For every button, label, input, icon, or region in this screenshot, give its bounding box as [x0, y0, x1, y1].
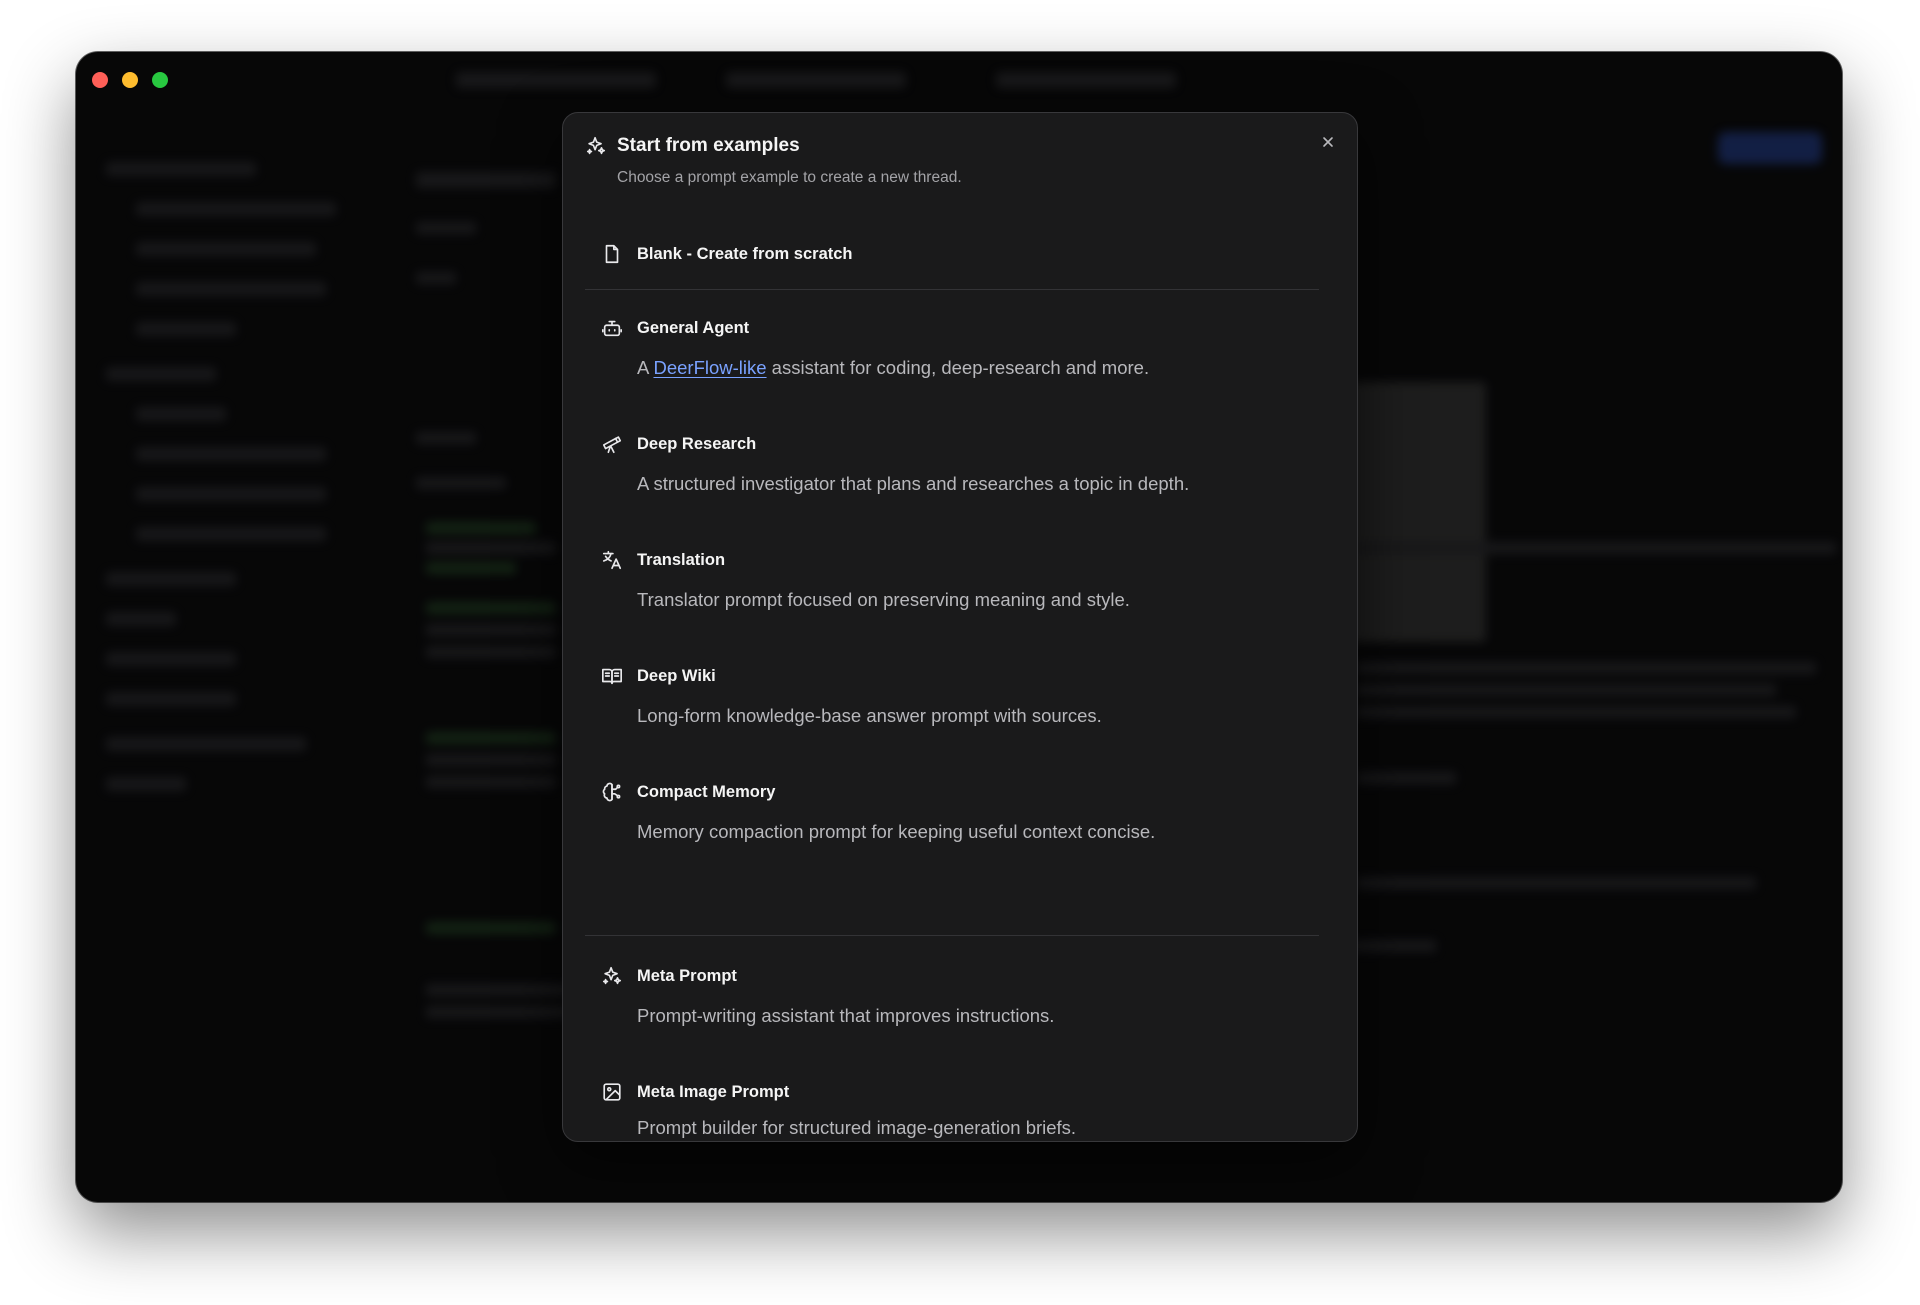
close-dialog-button[interactable] [1313, 127, 1343, 157]
minimize-window-button[interactable] [122, 72, 138, 88]
divider [585, 289, 1319, 290]
translate-icon [601, 549, 623, 571]
deerflow-link[interactable]: DeerFlow-like [653, 357, 766, 378]
option-description: A structured investigator that plans and… [637, 473, 1190, 494]
close-icon [1320, 134, 1336, 150]
brain-icon [601, 781, 623, 803]
start-from-examples-dialog: Start from examples Choose a prompt exam… [562, 112, 1358, 1142]
telescope-icon [601, 433, 623, 455]
option-deep-research[interactable]: Deep Research A structured investigator … [585, 425, 1319, 525]
option-description: Memory compaction prompt for keeping use… [637, 821, 1156, 842]
zoom-window-button[interactable] [152, 72, 168, 88]
option-meta-prompt[interactable]: Meta Prompt Prompt-writing assistant tha… [585, 957, 1319, 1057]
option-description: A DeerFlow-like assistant for coding, de… [637, 357, 1319, 379]
option-description: Prompt builder for structured image-gene… [637, 1117, 1077, 1138]
bot-icon [601, 317, 623, 339]
sparkles-icon [585, 135, 607, 157]
option-compact-memory[interactable]: Compact Memory Memory compaction prompt … [585, 773, 1319, 873]
window-controls [92, 72, 168, 88]
option-translation[interactable]: Translation Translator prompt focused on… [585, 541, 1319, 641]
close-window-button[interactable] [92, 72, 108, 88]
description-prefix: A [637, 357, 654, 378]
app-window: Start from examples Choose a prompt exam… [76, 52, 1842, 1202]
dialog-title: Start from examples [617, 135, 800, 156]
option-title: Deep Wiki [637, 666, 716, 685]
option-description: Long-form knowledge-base answer prompt w… [637, 705, 1102, 726]
option-description: Translator prompt focused on preserving … [637, 589, 1130, 610]
option-title: Blank - Create from scratch [637, 244, 853, 263]
divider [585, 935, 1319, 936]
dialog-subtitle: Choose a prompt example to create a new … [617, 169, 962, 186]
option-deep-wiki[interactable]: Deep Wiki Long-form knowledge-base answe… [585, 657, 1319, 757]
file-icon [601, 243, 623, 265]
option-title: General Agent [637, 318, 750, 337]
option-meta-image-prompt[interactable]: Meta Image Prompt Prompt builder for str… [585, 1073, 1319, 1138]
description-suffix: assistant for coding, deep-research and … [766, 357, 1150, 378]
option-general-agent[interactable]: General Agent A DeerFlow-like assistant … [585, 309, 1319, 409]
option-title: Translation [637, 550, 726, 569]
dialog-header: Start from examples Choose a prompt exam… [585, 135, 1335, 187]
book-open-icon [601, 665, 623, 687]
option-title: Compact Memory [637, 782, 776, 801]
option-title: Meta Prompt [637, 966, 737, 985]
sparkles-icon [601, 965, 623, 987]
option-title: Meta Image Prompt [637, 1082, 790, 1101]
option-blank[interactable]: Blank - Create from scratch [585, 231, 1319, 279]
image-icon [601, 1081, 623, 1103]
option-description: Prompt-writing assistant that improves i… [637, 1005, 1055, 1026]
option-title: Deep Research [637, 434, 757, 453]
